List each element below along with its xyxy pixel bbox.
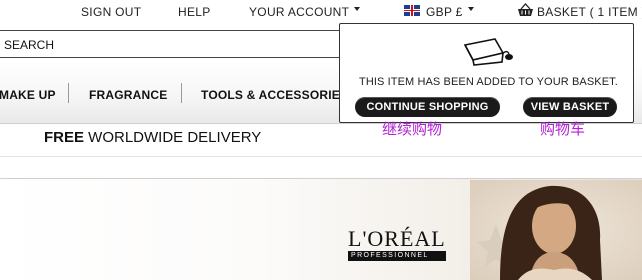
chevron-down-icon: [467, 6, 474, 11]
your-account-menu[interactable]: YOUR ACCOUNT: [249, 5, 361, 19]
model-photo: [470, 180, 642, 280]
nav-item-tools-accessories[interactable]: TOOLS & ACCESSORIES: [201, 88, 348, 102]
nav-divider: [181, 83, 182, 103]
top-utility-bar: SIGN OUT HELP YOUR ACCOUNT GBP £ BASKET …: [0, 0, 642, 24]
basket-icon[interactable]: [517, 3, 534, 17]
promo-text: WORLDWIDE DELIVERY: [84, 129, 262, 146]
basket-link[interactable]: BASKET ( 1 ITEM ): [537, 5, 642, 19]
basket-confirmation-message: THIS ITEM HAS BEEN ADDED TO YOUR BASKET.: [359, 76, 618, 88]
loreal-logo: L'ORÉAL PROFESSIONNEL: [348, 226, 446, 261]
currency-label: GBP £: [426, 5, 463, 19]
nav-item-fragrance[interactable]: FRAGRANCE: [89, 88, 167, 102]
chevron-down-icon: [354, 6, 361, 11]
help-link[interactable]: HELP: [178, 5, 211, 19]
uk-flag-icon: [404, 5, 420, 16]
promo-bold: FREE: [44, 129, 85, 146]
search-placeholder: SEARCH: [4, 38, 55, 52]
nav-divider: [68, 83, 69, 103]
continue-shopping-button[interactable]: CONTINUE SHOPPING: [355, 97, 500, 117]
shopping-bag-icon: [463, 38, 513, 66]
nav-item-make-up[interactable]: MAKE UP: [0, 88, 56, 102]
currency-selector[interactable]: GBP £: [426, 5, 474, 19]
your-account-label: YOUR ACCOUNT: [249, 5, 350, 19]
sign-out-link[interactable]: SIGN OUT: [81, 5, 141, 19]
continue-annotation: 继续购物: [382, 120, 443, 138]
brand-name: L'ORÉAL: [348, 226, 446, 251]
view-basket-annotation: 购物车: [540, 120, 586, 138]
view-basket-button[interactable]: VIEW BASKET: [523, 97, 617, 117]
divider: [0, 156, 642, 157]
brand-sub: PROFESSIONNEL: [348, 251, 446, 261]
free-delivery-banner: FREE WORLDWIDE DELIVERY: [44, 129, 261, 146]
